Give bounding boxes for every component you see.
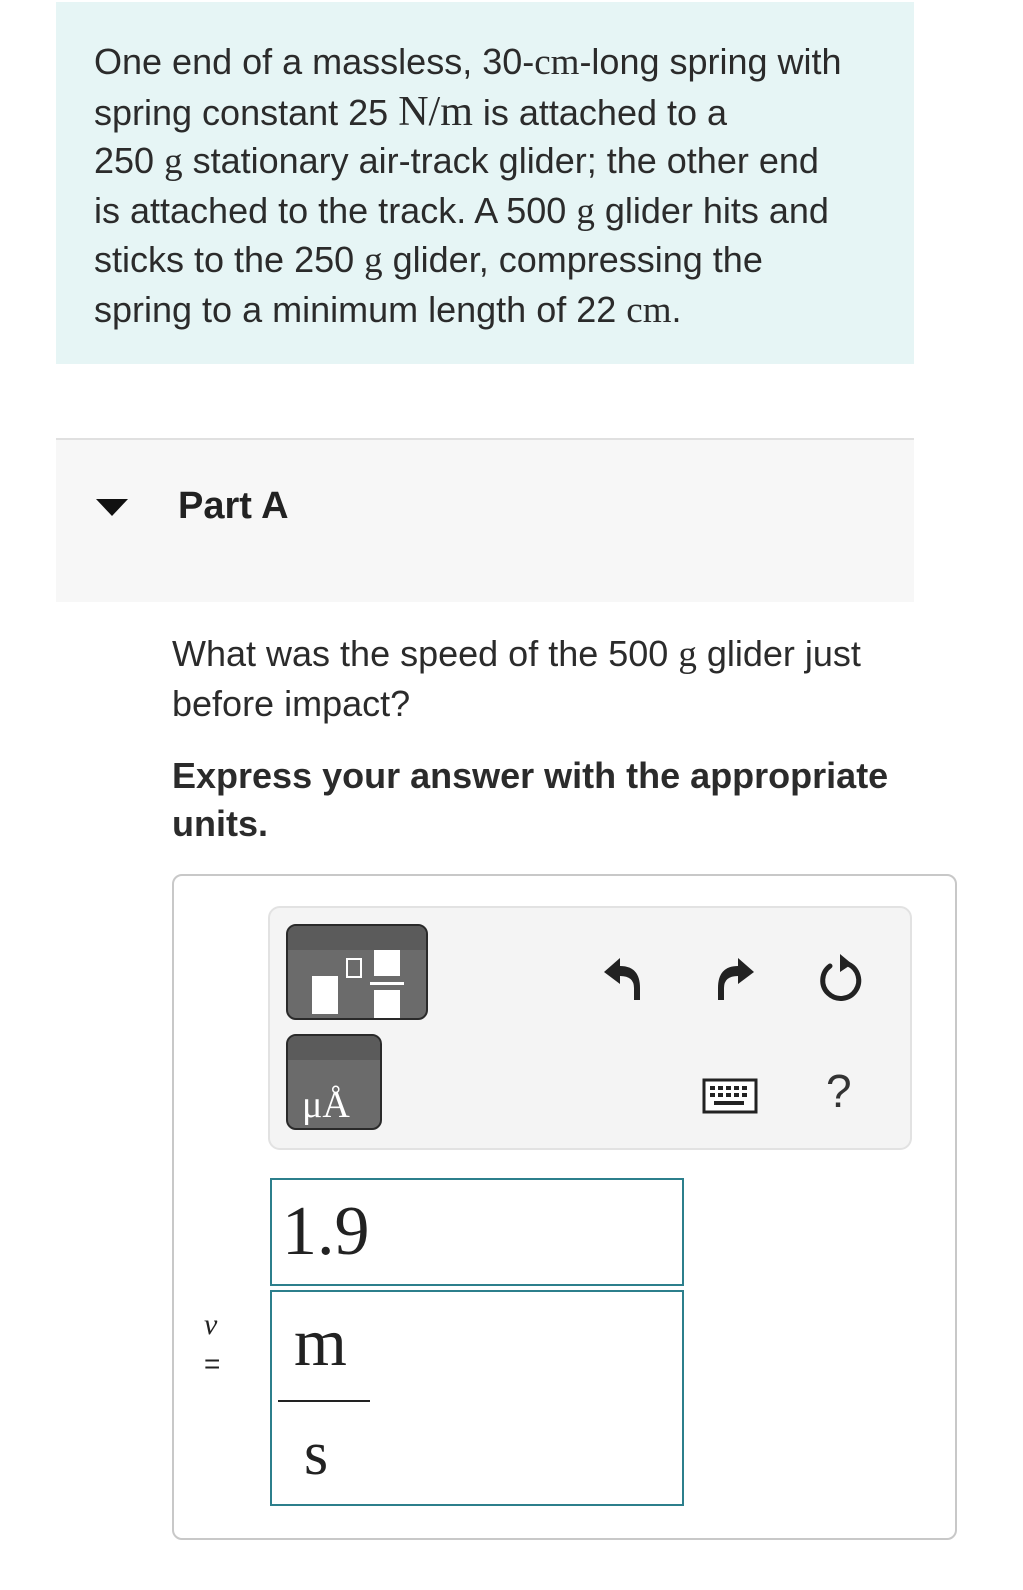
- problem-statement: One end of a massless, 30-cm-long spring…: [56, 2, 914, 364]
- units-button[interactable]: μÅ: [286, 1034, 382, 1130]
- part-a-header[interactable]: Part A: [56, 438, 914, 602]
- problem-line: is attached to the track. A 500 g glider…: [94, 189, 829, 232]
- question-line: What was the speed of the 500 g glider j…: [172, 633, 861, 675]
- caret-down-icon[interactable]: [96, 499, 128, 516]
- equals-sign: =: [204, 1348, 221, 1379]
- unit-numerator: m: [294, 1304, 347, 1380]
- keyboard-icon[interactable]: [702, 1078, 758, 1114]
- problem-line: spring constant 25 N/m is attached to a: [94, 88, 728, 135]
- problem-line: sticks to the 250 g glider, compressing …: [94, 239, 763, 281]
- undo-icon[interactable]: [600, 954, 644, 1004]
- unit-denominator: s: [304, 1420, 329, 1488]
- reset-icon[interactable]: [816, 952, 866, 1006]
- fraction-bar: [278, 1400, 370, 1402]
- answer-value: 1.9: [282, 1193, 370, 1270]
- answer-instruction: Express your answer with the appropriate…: [172, 755, 889, 844]
- problem-line: One end of a massless, 30-cm-long spring…: [94, 41, 842, 83]
- answer-box: μÅ ? 1.9 v = m s: [172, 874, 957, 1540]
- units-icon: μÅ: [302, 1084, 350, 1126]
- answer-units-input[interactable]: m s: [270, 1290, 684, 1506]
- question-line: before impact?: [172, 682, 411, 724]
- part-title: Part A: [178, 485, 289, 527]
- answer-variable: v: [204, 1308, 218, 1341]
- templates-button[interactable]: [286, 924, 428, 1020]
- answer-value-input[interactable]: 1.9: [270, 1178, 684, 1286]
- problem-line: 250 g stationary air-track glider; the o…: [94, 140, 819, 182]
- problem-line: spring to a minimum length of 22 cm.: [94, 288, 682, 331]
- redo-icon[interactable]: [714, 954, 758, 1004]
- question-text: What was the speed of the 500 g glider j…: [172, 630, 861, 728]
- help-icon[interactable]: ?: [826, 1064, 852, 1118]
- math-toolbar: μÅ ?: [268, 906, 912, 1150]
